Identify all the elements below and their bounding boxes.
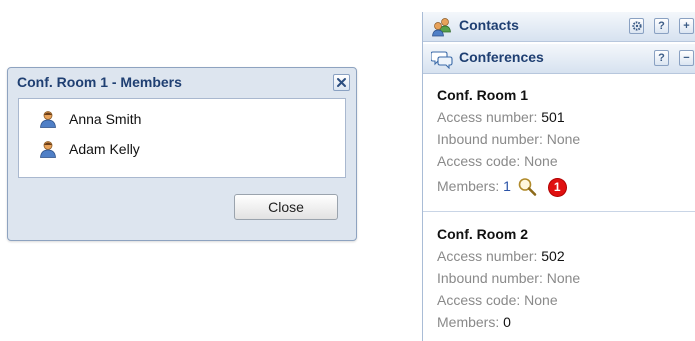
contacts-icon bbox=[432, 18, 451, 37]
members-label: Members: bbox=[437, 178, 500, 194]
access-code-line: Access code: None bbox=[437, 292, 558, 308]
contacts-add-button[interactable]: + bbox=[679, 18, 694, 34]
inbound-number-line: Inbound number: None bbox=[437, 270, 581, 286]
magnifier-icon[interactable] bbox=[517, 177, 537, 197]
close-button[interactable]: Close bbox=[234, 194, 338, 220]
access-number-value: 501 bbox=[541, 109, 565, 125]
access-code-line: Access code: None bbox=[437, 153, 558, 169]
side-panel: Contacts ? + Conferences ? − Conf. Room … bbox=[422, 12, 695, 341]
members-list: Anna Smith Adam Kelly bbox=[18, 98, 346, 178]
list-item: Adam Kelly bbox=[39, 139, 140, 159]
access-number-label: Access number: bbox=[437, 248, 538, 264]
member-name: Anna Smith bbox=[69, 111, 142, 127]
members-count: 0 bbox=[503, 314, 511, 330]
inbound-number-line: Inbound number: None bbox=[437, 131, 581, 147]
user-icon bbox=[40, 111, 56, 128]
list-item: Anna Smith bbox=[39, 109, 141, 129]
members-line: Members: 1 1 bbox=[437, 172, 695, 200]
conferences-icon bbox=[431, 51, 453, 69]
member-name: Adam Kelly bbox=[69, 141, 140, 157]
conference-name: Conf. Room 1 bbox=[437, 87, 528, 103]
contacts-header[interactable]: Contacts ? + bbox=[423, 12, 695, 42]
dialog-close-icon[interactable] bbox=[333, 74, 350, 91]
access-number-label: Access number: bbox=[437, 109, 538, 125]
settings-icon[interactable] bbox=[629, 18, 644, 34]
access-number-line: Access number: 502 bbox=[437, 245, 695, 267]
conferences-header[interactable]: Conferences ? − bbox=[423, 44, 695, 74]
dialog-title: Conf. Room 1 - Members bbox=[17, 74, 182, 90]
members-count-link[interactable]: 1 bbox=[503, 178, 511, 194]
contacts-help-button[interactable]: ? bbox=[654, 18, 669, 34]
user-icon bbox=[40, 141, 56, 158]
access-number-value: 502 bbox=[541, 248, 565, 264]
conferences-title: Conferences bbox=[459, 49, 544, 65]
conference-name: Conf. Room 2 bbox=[437, 226, 528, 242]
conference-card: Conf. Room 2 Access number: 502 Inbound … bbox=[423, 223, 695, 333]
conferences-help-button[interactable]: ? bbox=[654, 50, 669, 66]
conference-card: Conf. Room 1 Access number: 501 Inbound … bbox=[423, 84, 695, 200]
members-dialog: Conf. Room 1 - Members Anna Smith Adam K… bbox=[7, 67, 357, 241]
notification-badge: 1 bbox=[548, 178, 566, 196]
members-label: Members: bbox=[437, 314, 500, 330]
card-divider bbox=[423, 211, 695, 212]
members-line: Members: 0 bbox=[437, 311, 695, 333]
contacts-title: Contacts bbox=[459, 17, 519, 33]
conferences-collapse-button[interactable]: − bbox=[679, 50, 694, 66]
access-number-line: Access number: 501 bbox=[437, 106, 695, 128]
